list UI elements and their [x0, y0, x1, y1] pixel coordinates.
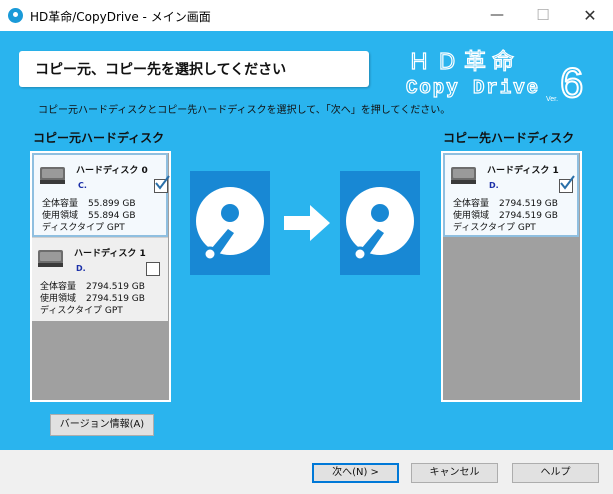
drive-letter: C. — [78, 181, 87, 190]
target-disk-graphic — [340, 171, 420, 275]
target-disk-1[interactable]: ハードディスク 1 D. 全体容量 2794.519 GB 使用領域 2794.51… — [443, 153, 579, 237]
logo-version: 6 — [560, 59, 583, 105]
version-info-button[interactable]: バージョン情報(A) — [50, 414, 154, 436]
page-heading: コピー元、コピー先を選択してください — [35, 62, 287, 78]
logo-ver: Ver. — [546, 96, 558, 103]
source-disk-list[interactable]: ハードディスク 0 C. 全体容量 55.899 GB 使用領域 55.894 GB… — [30, 151, 171, 402]
minimize-button[interactable]: — — [474, 0, 520, 31]
target-disk-1-checkbox[interactable] — [559, 175, 575, 193]
disk-name: ハードディスク 1 — [487, 166, 559, 176]
maximize-button[interactable]: ☐ — [520, 0, 566, 31]
logo-line1: ＨＤ革命 — [408, 49, 520, 74]
cancel-button[interactable]: キャンセル — [411, 463, 498, 483]
heading-box: コピー元、コピー先を選択してください — [19, 51, 369, 87]
disk-name: ハードディスク 1 — [74, 249, 146, 259]
source-title: コピー元ハードディスク — [33, 131, 165, 145]
product-logo: ＨＤ革命 Copy Drive Ver. 6 — [405, 48, 584, 105]
hard-disk-icon — [40, 167, 65, 184]
title-bar: HD革命/CopyDrive - メイン画面 — ☐ ✕ — [0, 0, 613, 32]
source-disk-1-checkbox[interactable] — [146, 262, 160, 276]
instruction-text: コピー元ハードディスクとコピー先ハードディスクを選択して、「次へ」を押してくださ… — [38, 105, 451, 116]
target-disk-list[interactable]: ハードディスク 1 D. 全体容量 2794.519 GB 使用領域 2794.51… — [441, 151, 582, 402]
source-disk-graphic — [190, 171, 270, 275]
source-disk-0[interactable]: ハードディスク 0 C. 全体容量 55.899 GB 使用領域 55.894 GB… — [32, 153, 170, 237]
hard-disk-icon — [451, 167, 476, 184]
hard-disk-icon — [38, 250, 63, 267]
drive-letter: D. — [489, 181, 499, 190]
check-icon — [155, 175, 170, 190]
logo-line2: Copy Drive — [406, 77, 540, 99]
main-panel: コピー元、コピー先を選択してください ＨＤ革命 Copy Drive Ver. … — [0, 31, 613, 450]
target-title: コピー先ハードディスク — [443, 131, 575, 145]
app-icon — [8, 8, 23, 23]
drive-letter: D. — [76, 264, 86, 273]
disk-name: ハードディスク 0 — [76, 166, 148, 176]
next-button[interactable]: 次へ(N) > — [312, 463, 399, 483]
check-icon — [560, 175, 575, 190]
window-title: HD革命/CopyDrive - メイン画面 — [30, 10, 211, 24]
close-button[interactable]: ✕ — [567, 0, 613, 31]
footer-bar: 次へ(N) > キャンセル ヘルプ — [0, 450, 613, 494]
source-disk-1[interactable]: ハードディスク 1 D. 全体容量 2794.519 GB 使用領域 2794.51… — [32, 237, 168, 321]
help-button[interactable]: ヘルプ — [512, 463, 599, 483]
source-disk-0-checkbox[interactable] — [154, 175, 170, 193]
arrow-right-icon — [284, 205, 330, 241]
